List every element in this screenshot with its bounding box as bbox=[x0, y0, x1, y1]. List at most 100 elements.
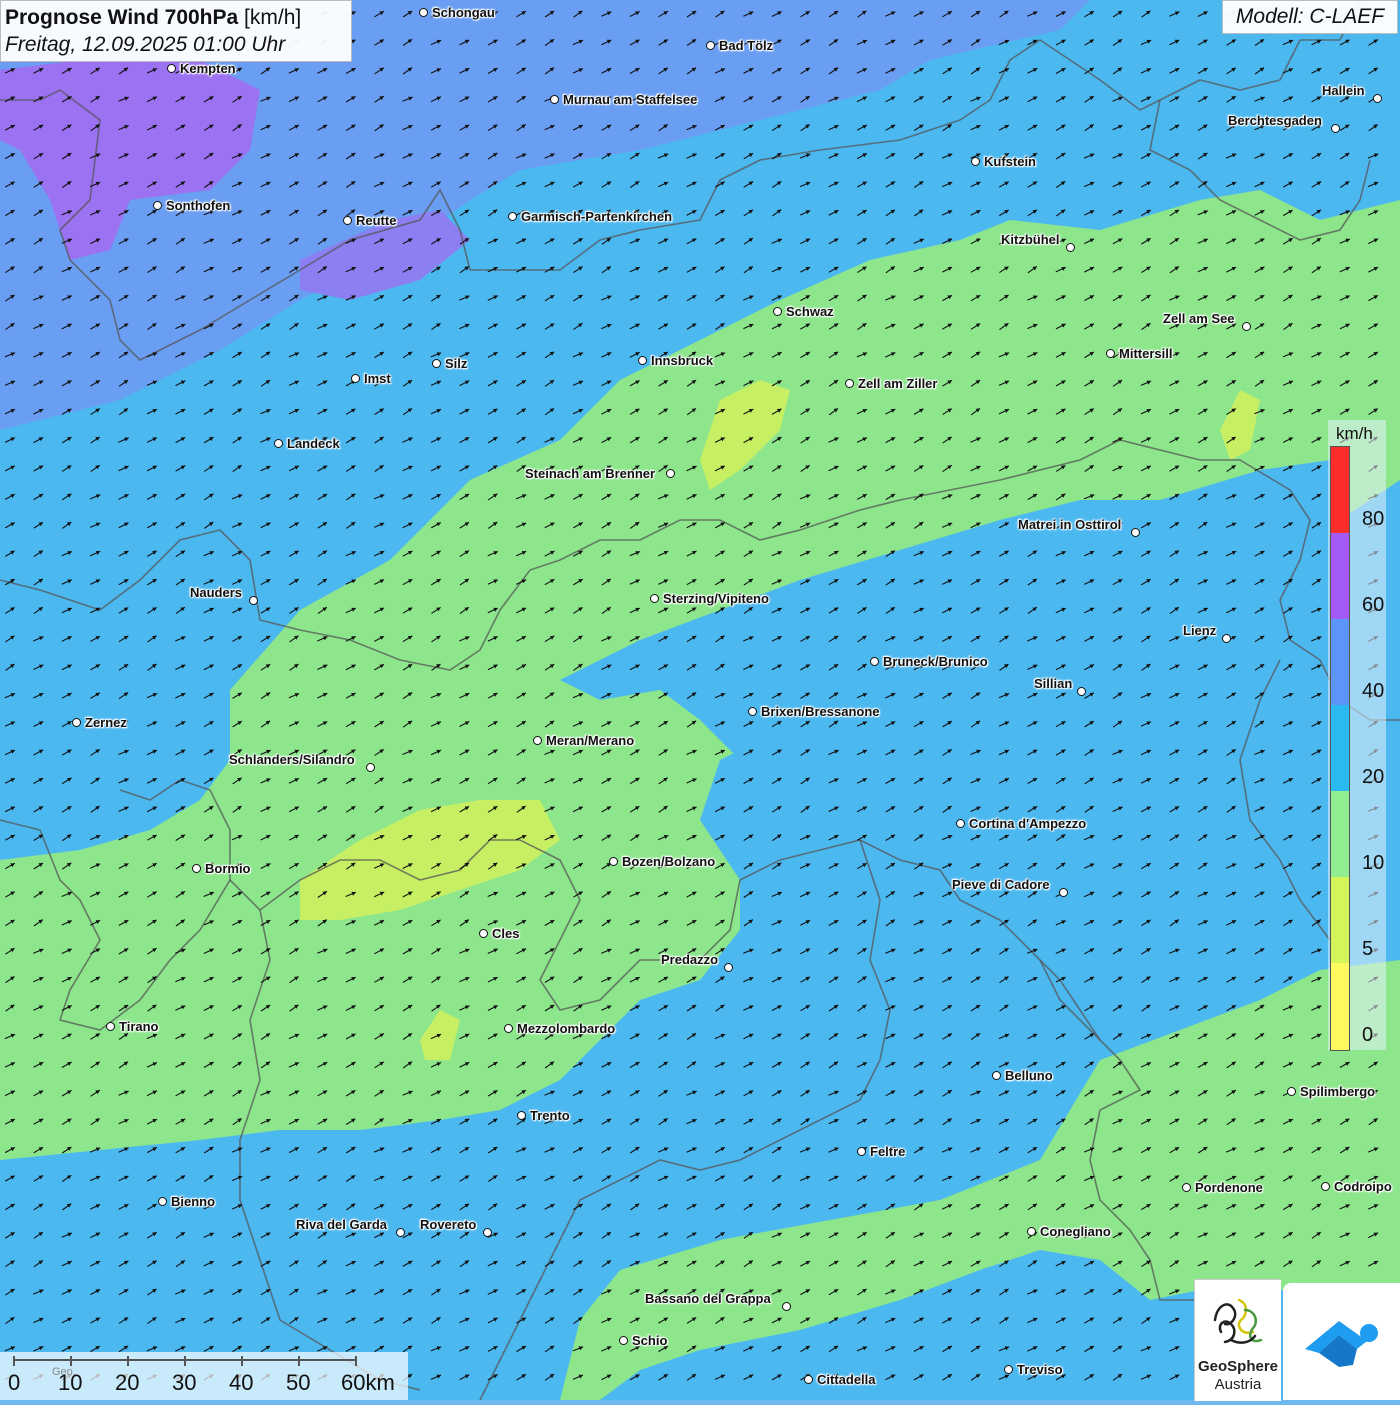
city-marker bbox=[992, 1071, 1001, 1080]
title-box: Prognose Wind 700hPa [km/h] Freitag, 12.… bbox=[0, 0, 352, 62]
city-marker bbox=[1027, 1227, 1036, 1236]
city-marker bbox=[153, 201, 162, 210]
city-label: Cortina d'Ampezzo bbox=[969, 816, 1087, 831]
legend-seg-0 bbox=[1331, 963, 1349, 1050]
city-label: Belluno bbox=[1005, 1068, 1053, 1083]
city-marker bbox=[706, 41, 715, 50]
legend-label-20: 20 bbox=[1362, 766, 1385, 788]
scale-tick-50: 50 bbox=[286, 1370, 311, 1395]
city-marker bbox=[638, 356, 647, 365]
legend-label-0: 0 bbox=[1362, 1024, 1374, 1046]
scale-tick-60km: 60km bbox=[341, 1370, 395, 1395]
city-marker bbox=[773, 307, 782, 316]
city-marker bbox=[432, 359, 441, 368]
city-label: Sonthofen bbox=[166, 198, 231, 213]
city-marker bbox=[1222, 634, 1231, 643]
city-marker bbox=[274, 439, 283, 448]
city-marker bbox=[479, 929, 488, 938]
city-label: Conegliano bbox=[1040, 1224, 1111, 1239]
city-label: Codroipo bbox=[1334, 1179, 1392, 1194]
geosphere-country: Austria bbox=[1214, 1376, 1262, 1393]
city-marker bbox=[533, 736, 542, 745]
city-label: Schlanders/Silandro bbox=[229, 752, 355, 767]
city-marker bbox=[343, 216, 352, 225]
city-marker bbox=[106, 1022, 115, 1031]
city-label: Spilimbergo bbox=[1300, 1084, 1376, 1099]
geosphere-logo[interactable]: GeoSphere Austria bbox=[1194, 1279, 1281, 1401]
city-label: Garmisch-Partenkirchen bbox=[521, 209, 673, 224]
legend-seg-5 bbox=[1331, 877, 1349, 963]
city-label: Schongau bbox=[432, 5, 495, 20]
city-marker bbox=[72, 718, 81, 727]
city-label: Pieve di Cadore bbox=[952, 877, 1050, 892]
legend-label-10: 10 bbox=[1362, 852, 1385, 874]
city-marker bbox=[724, 963, 733, 972]
map-title-unit: [km/h] bbox=[244, 6, 302, 29]
legend-label-80: 80 bbox=[1362, 508, 1385, 530]
scale-tick-40: 40 bbox=[229, 1370, 254, 1395]
city-label: Kufstein bbox=[984, 154, 1036, 169]
city-label: Sillian bbox=[1034, 676, 1073, 691]
city-label: Bienno bbox=[171, 1194, 216, 1209]
city-label: Meran/Merano bbox=[546, 733, 635, 748]
city-label: Lienz bbox=[1183, 623, 1217, 638]
city-marker bbox=[1066, 243, 1075, 252]
city-label: Pordenone bbox=[1195, 1180, 1263, 1195]
scale-tick-20: 20 bbox=[115, 1370, 140, 1395]
city-marker bbox=[870, 657, 879, 666]
city-marker bbox=[366, 763, 375, 772]
city-label: Sterzing/Vipiteno bbox=[663, 591, 769, 606]
map-title: Prognose Wind 700hPa bbox=[5, 6, 239, 29]
city-label: Tirano bbox=[119, 1019, 159, 1034]
city-marker bbox=[971, 157, 980, 166]
model-label: Modell: C-LAEF bbox=[1222, 0, 1398, 34]
city-marker bbox=[550, 95, 559, 104]
city-label: Treviso bbox=[1017, 1362, 1063, 1377]
city-label: Brixen/Bressanone bbox=[761, 704, 880, 719]
legend-unit: km/h bbox=[1336, 424, 1373, 443]
city-label: Cittadella bbox=[817, 1372, 876, 1387]
city-marker bbox=[1106, 349, 1115, 358]
city-marker bbox=[517, 1111, 526, 1120]
city-label: Steinach am Brenner bbox=[525, 466, 656, 481]
city-label: Cles bbox=[492, 926, 520, 941]
weather-app-icon[interactable] bbox=[1283, 1283, 1400, 1400]
city-label: Predazzo bbox=[661, 952, 719, 967]
city-marker bbox=[845, 379, 854, 388]
city-label: Mezzolombardo bbox=[517, 1021, 616, 1036]
city-label: Matrei in Osttirol bbox=[1018, 517, 1122, 532]
city-label: Kitzbühel bbox=[1001, 232, 1060, 247]
city-label: Reutte bbox=[356, 213, 397, 228]
city-marker bbox=[748, 707, 757, 716]
app-arrow-icon bbox=[1305, 1321, 1378, 1367]
city-label: Bormio bbox=[205, 861, 251, 876]
legend-label-40: 40 bbox=[1362, 680, 1385, 702]
city-marker bbox=[1077, 687, 1086, 696]
city-marker bbox=[249, 596, 258, 605]
city-label: Nauders bbox=[190, 585, 243, 600]
city-label: Bad Tölz bbox=[719, 38, 774, 53]
city-marker bbox=[504, 1024, 513, 1033]
city-marker bbox=[1059, 888, 1068, 897]
city-label: Hallein bbox=[1322, 83, 1365, 98]
legend-seg-20 bbox=[1331, 705, 1349, 791]
city-marker bbox=[351, 374, 360, 383]
city-marker bbox=[508, 212, 517, 221]
city-label: Bozen/Bolzano bbox=[622, 854, 716, 869]
city-label: Bruneck/Brunico bbox=[883, 654, 988, 669]
city-marker bbox=[857, 1147, 866, 1156]
city-label: Riva del Garda bbox=[296, 1217, 388, 1232]
city-marker bbox=[956, 819, 965, 828]
city-label: Innsbruck bbox=[651, 353, 714, 368]
city-label: Schio bbox=[632, 1333, 668, 1348]
city-label: Silz bbox=[445, 356, 468, 371]
scale-watermark: Geo.. bbox=[52, 1366, 79, 1378]
city-label: Feltre bbox=[870, 1144, 906, 1159]
city-marker bbox=[1331, 124, 1340, 133]
city-marker bbox=[619, 1336, 628, 1345]
city-label: Zell am Ziller bbox=[858, 376, 938, 391]
city-label: Berchtesgaden bbox=[1228, 113, 1322, 128]
city-marker bbox=[192, 864, 201, 873]
city-marker bbox=[419, 8, 428, 17]
legend-bar bbox=[1330, 446, 1350, 1051]
